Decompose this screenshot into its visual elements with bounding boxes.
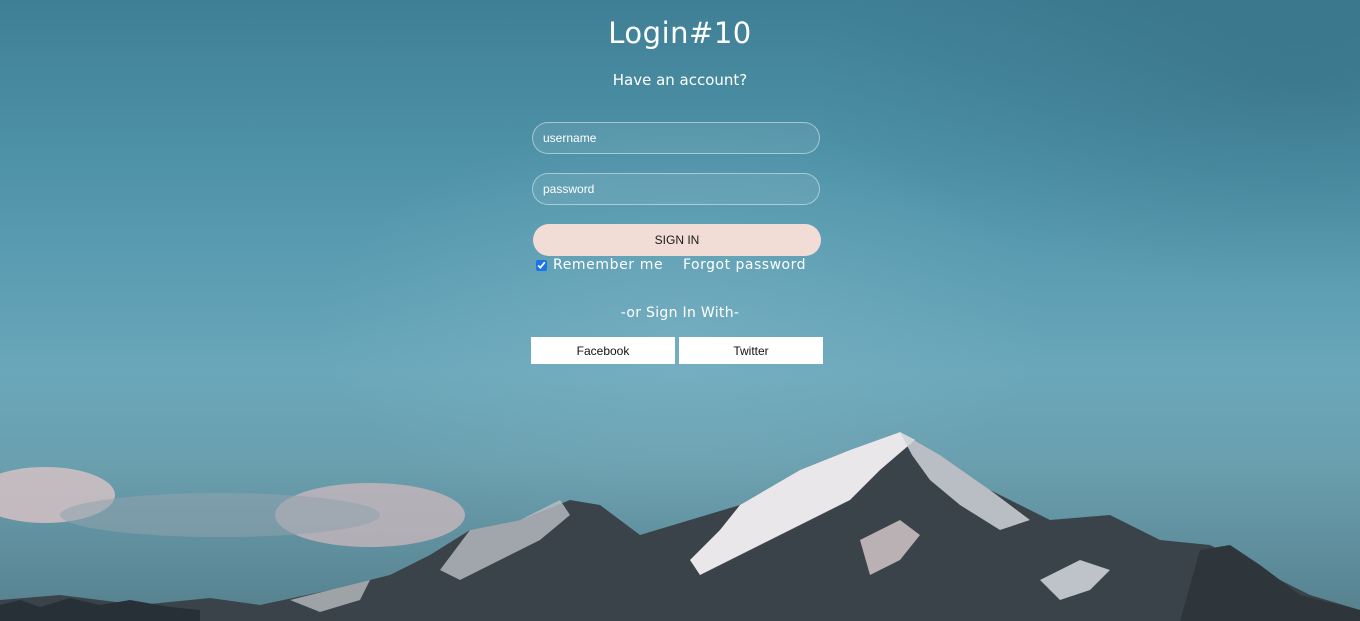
remember-me-checkbox[interactable] [536,259,547,271]
remember-me[interactable]: Remember me [536,257,663,273]
twitter-button[interactable]: Twitter [679,337,823,364]
page-subtitle: Have an account? [612,71,748,89]
cloud-haze [60,493,380,537]
mountain-right-peak [1180,545,1360,621]
remember-me-label: Remember me [553,257,664,273]
forgot-password-link[interactable]: Forgot password [683,257,806,273]
page-title: Login#10 [608,16,752,50]
sign-in-button[interactable]: SIGN IN [533,224,821,256]
social-divider-text: -or Sign In With- [620,305,740,321]
username-input[interactable] [532,122,820,154]
facebook-button[interactable]: Facebook [531,337,675,364]
password-input[interactable] [532,173,820,205]
